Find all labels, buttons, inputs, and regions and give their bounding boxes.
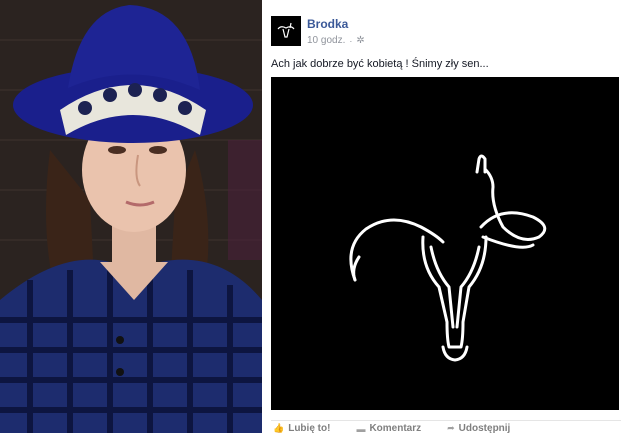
gear-icon[interactable]: ✲ <box>356 35 364 46</box>
uterus-avatar-icon <box>277 22 295 38</box>
thumbs-up-icon: 👍 <box>273 423 285 433</box>
post-image[interactable] <box>271 77 619 410</box>
post-author[interactable]: Brodka <box>307 17 348 31</box>
share-label: Udostępnij <box>458 423 511 434</box>
post-text: Ach jak dobrze być kobietą ! Śnimy zły s… <box>271 58 489 70</box>
separator-dot: · <box>349 35 353 46</box>
uterus-outline-icon <box>349 154 547 362</box>
like-button[interactable]: 👍 Lubię to! <box>273 423 330 434</box>
comment-label: Komentarz <box>369 423 422 434</box>
share-button[interactable]: ➦ Udostępnij <box>447 423 510 434</box>
avatar[interactable] <box>271 16 301 46</box>
post-time[interactable]: 10 godz. <box>307 35 345 46</box>
photo-woman-in-hat <box>0 0 262 433</box>
post-actions: 👍 Lubię to! ▬ Komentarz ➦ Udostępnij <box>271 420 621 434</box>
share-icon: ➦ <box>447 423 455 433</box>
social-post: Brodka 10 godz. · ✲ Ach jak dobrze być k… <box>264 0 623 434</box>
post-meta: 10 godz. · ✲ <box>307 35 365 46</box>
comment-button[interactable]: ▬ Komentarz <box>356 423 421 434</box>
like-label: Lubię to! <box>288 423 331 434</box>
comment-icon: ▬ <box>356 423 366 434</box>
